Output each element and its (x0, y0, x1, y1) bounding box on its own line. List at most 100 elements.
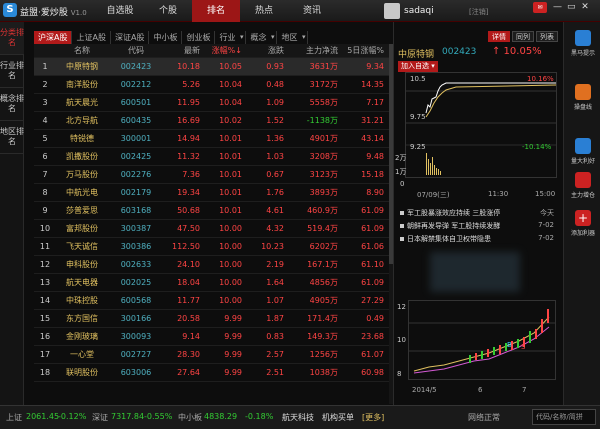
cell-code: 300166 (120, 314, 152, 323)
table-row[interactable]: 1 中原特钢 002423 10.18 10.05 0.93 3631万 9.34 (34, 58, 390, 76)
maximize-button[interactable]: ▭ (567, 2, 576, 13)
cell-chg: 1.09 (266, 98, 284, 107)
leftnav-region[interactable]: 地区排名 (0, 121, 24, 154)
nav-stock[interactable]: 个股 (144, 0, 192, 22)
tab-sme[interactable]: 中小板 (149, 31, 183, 44)
news-item[interactable]: 日本解禁集体自卫权带隐患 7-02 (398, 233, 556, 246)
cell-latest: 9.14 (182, 332, 200, 341)
col-code[interactable]: 代码 (114, 44, 158, 58)
cell-p5: 9.48 (366, 152, 384, 161)
table-row[interactable]: 5 特锐德 300001 14.94 10.01 1.36 4901万 43.14 (34, 130, 390, 148)
col-netflow[interactable]: 主力净流 (286, 44, 338, 58)
cell-net: 1256万 (309, 350, 338, 359)
table-row[interactable]: 16 金刚玻璃 300093 9.14 9.99 0.83 149.3万 23.68 (34, 328, 390, 346)
close-button[interactable]: ✕ (581, 2, 589, 13)
leftnav-concept[interactable]: 概念排名 (0, 88, 24, 121)
ticker-stock[interactable]: 航天科技 (282, 412, 314, 423)
tab-region[interactable]: 地区 (277, 31, 309, 44)
cell-net: 1038万 (309, 368, 338, 377)
cell-net: 3893万 (309, 188, 338, 197)
col-pct[interactable]: 涨幅%↓ (202, 44, 242, 58)
same-list-button[interactable]: 同列 (512, 31, 534, 42)
table-row[interactable]: 15 东方国信 300166 20.58 9.99 1.87 171.4万 0.49 (34, 310, 390, 328)
chart-date: 07/09(三) (417, 191, 450, 199)
detail-button[interactable]: 详情 (488, 31, 510, 42)
cell-name: 特锐德 (70, 134, 94, 143)
list-button[interactable]: 列表 (536, 31, 558, 42)
cell-name: 联明股份 (66, 368, 98, 377)
cell-p5: 14.35 (361, 80, 384, 89)
tab-sz-a[interactable]: 深证A股 (111, 31, 150, 44)
y-mid: 9.75 (410, 113, 426, 121)
leftnav-category[interactable]: 分类排名 (0, 22, 24, 55)
tool-dark-horse[interactable]: 黑马提示 (568, 30, 598, 57)
cell-code: 002727 (120, 350, 152, 359)
cell-chg: 4.61 (266, 206, 284, 215)
username: sadaqi (404, 6, 434, 16)
table-row[interactable]: 13 航天电器 002025 18.04 10.00 1.64 4856万 61.09 (34, 274, 390, 292)
kline-chart[interactable]: B S (408, 300, 556, 380)
cell-name: 东方国信 (66, 314, 98, 323)
news-item[interactable]: 军工股暴涨效应持续 三股涨停 今天 (398, 207, 556, 220)
cell-idx: 9 (42, 206, 48, 215)
cell-code: 300387 (120, 224, 152, 233)
tab-industry[interactable]: 行业 (215, 31, 247, 44)
table-row[interactable]: 9 莎普爱思 603168 50.68 10.01 4.61 460.9万 61.09 (34, 202, 390, 220)
tool-volume[interactable]: 量大利好 (568, 138, 598, 165)
logout-link[interactable]: [注销] (469, 7, 488, 17)
cell-chg: 2.19 (266, 260, 284, 269)
table-row[interactable]: 2 南洋股份 002212 5.26 10.04 0.48 3172万 14.35 (34, 76, 390, 94)
cell-name: 航天晨光 (66, 98, 98, 107)
volume-icon (575, 138, 591, 154)
table-row[interactable]: 12 申科股份 002633 24.10 10.00 2.19 167.1万 61.10 (34, 256, 390, 274)
ticker-info[interactable]: 机构买单 (322, 412, 354, 423)
add-watchlist-button[interactable]: 加入自选 ▾ (398, 61, 438, 72)
tab-hs-a[interactable]: 沪深A股 (34, 31, 73, 44)
table-row[interactable]: 8 中航光电 002179 19.34 10.01 1.76 3893万 8.90 (34, 184, 390, 202)
search-input[interactable]: 代码/名称/简拼 (532, 409, 596, 425)
table-row[interactable]: 10 富邦股份 300387 47.50 10.00 4.32 519.4万 61.09 (34, 220, 390, 238)
tool-trade-line[interactable]: 操盘线 (568, 84, 598, 111)
col-change[interactable]: 涨跌 (244, 44, 284, 58)
table-row[interactable]: 3 航天晨光 600501 11.95 10.04 1.09 5558万 7.17 (34, 94, 390, 112)
cell-pct: 10.05 (219, 62, 242, 71)
tool-main-force[interactable]: 主力增仓 (568, 172, 598, 199)
cell-p5: 61.09 (361, 206, 384, 215)
lo-pct: -10.14% (522, 143, 552, 151)
cell-net: 460.9万 (307, 206, 338, 215)
cell-code: 600501 (120, 98, 152, 107)
intraday-chart[interactable] (405, 72, 557, 178)
tab-concept[interactable]: 概念 (246, 31, 278, 44)
table-row[interactable]: 6 凯撒股份 002425 11.32 10.01 1.03 3208万 9.48 (34, 148, 390, 166)
table-row[interactable]: 17 一心堂 002727 28.30 9.99 2.57 1256万 61.07 (34, 346, 390, 364)
vol-bot: 0 (400, 180, 405, 188)
more-link[interactable]: [更多] (362, 412, 384, 423)
nav-hot[interactable]: 热点 (240, 0, 288, 22)
table-row[interactable]: 11 飞天诚信 300386 112.50 10.00 10.23 6202万 61.06 (34, 238, 390, 256)
nav-news[interactable]: 资讯 (288, 0, 336, 22)
nav-watchlist[interactable]: 自选股 (96, 0, 144, 22)
table-row[interactable]: 18 联明股份 603006 27.64 9.99 2.51 1038万 60.98 (34, 364, 390, 382)
leftnav-industry[interactable]: 行业排名 (0, 55, 24, 88)
tab-gem[interactable]: 创业板 (182, 31, 216, 44)
mail-icon[interactable]: ✉ (533, 2, 547, 13)
col-name[interactable]: 名称 (56, 44, 108, 58)
app-name: 益盟·爱炒股 V1.0 (20, 8, 87, 18)
table-row[interactable]: 4 北方导航 600435 16.69 10.02 1.52 -1138万 31.21 (34, 112, 390, 130)
col-5day[interactable]: 5日涨幅% (340, 44, 384, 58)
cell-name: 一心堂 (70, 350, 94, 359)
col-latest[interactable]: 最新 (158, 44, 200, 58)
intraday-svg (406, 82, 557, 175)
news-item[interactable]: 朝鲜再发导弹 军工股持续发酵 7-02 (398, 220, 556, 233)
user-avatar[interactable] (384, 3, 400, 19)
cell-idx: 1 (42, 62, 48, 71)
minimize-button[interactable]: — (553, 2, 562, 13)
tool-add[interactable]: + 添加利器 (568, 210, 598, 237)
tab-sh-a[interactable]: 上证A股 (72, 31, 111, 44)
cell-chg: 1.64 (266, 278, 284, 287)
table-row[interactable]: 14 中珠控股 600568 11.77 10.00 1.07 4905万 27.29 (34, 292, 390, 310)
sell-marker: S (521, 343, 526, 351)
cell-idx: 12 (39, 260, 51, 269)
table-row[interactable]: 7 万马股份 002276 7.36 10.01 0.67 3123万 15.18 (34, 166, 390, 184)
nav-ranking[interactable]: 排名 (192, 0, 240, 22)
